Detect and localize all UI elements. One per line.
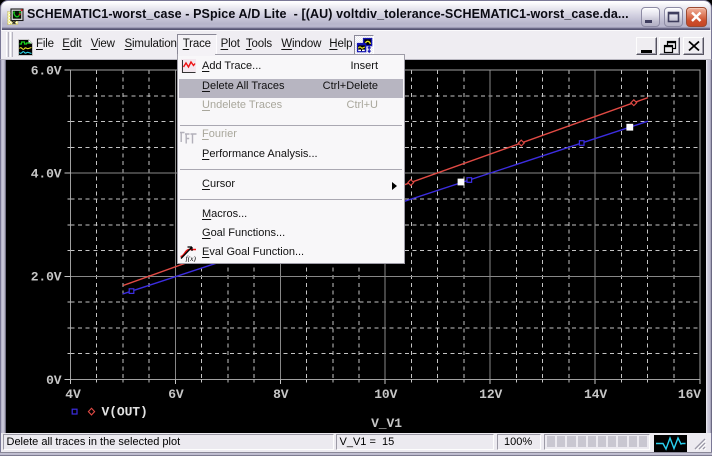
svg-text:6V: 6V <box>168 387 184 402</box>
svg-text:2.0V: 2.0V <box>31 270 62 285</box>
svg-text:12V: 12V <box>479 387 502 402</box>
svg-text:16V: 16V <box>678 387 701 402</box>
svg-text:0V: 0V <box>46 373 62 388</box>
svg-text:V_V1: V_V1 <box>371 416 402 431</box>
svg-text:10V: 10V <box>374 387 397 402</box>
svg-text:V(OUT): V(OUT) <box>102 405 148 420</box>
svg-text:4V: 4V <box>65 387 81 402</box>
svg-text:6.0V: 6.0V <box>31 63 62 78</box>
svg-text:f(x): f(x) <box>186 254 197 262</box>
svg-text:8V: 8V <box>273 387 289 402</box>
svg-text:4.0V: 4.0V <box>31 167 62 182</box>
svg-text:14V: 14V <box>584 387 607 402</box>
